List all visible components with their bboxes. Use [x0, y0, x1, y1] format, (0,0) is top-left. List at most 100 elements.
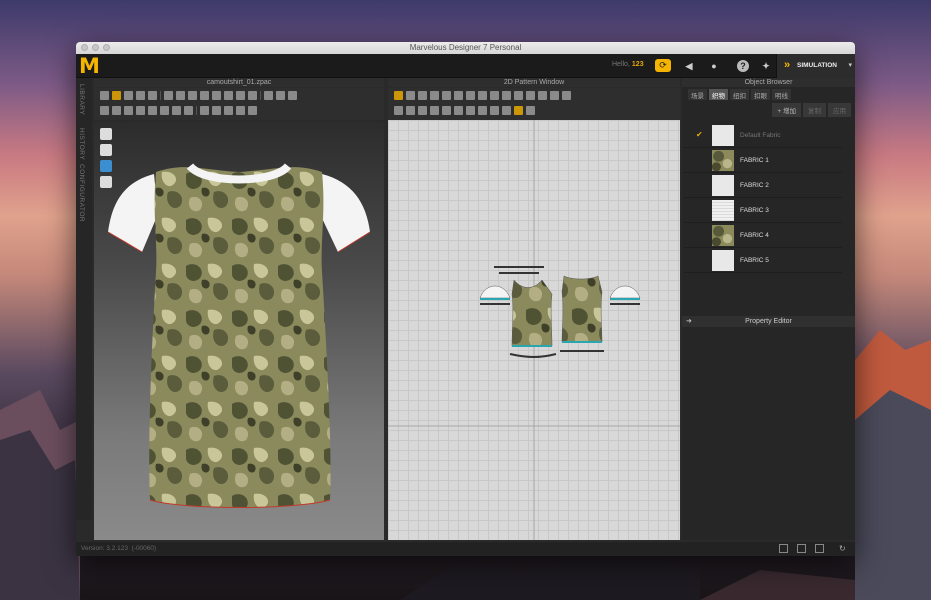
check-sewing-icon[interactable] — [526, 91, 535, 100]
tab-buttonhole[interactable]: 扣眼 — [751, 89, 770, 100]
box-select-icon[interactable] — [124, 91, 133, 100]
user-icon[interactable]: ● — [708, 60, 720, 72]
tool-icon[interactable] — [430, 106, 439, 115]
fabric-item[interactable]: FABRIC 3 — [684, 198, 842, 223]
fabric-item[interactable]: FABRIC 5 — [684, 248, 842, 273]
select-tool-icon[interactable] — [100, 91, 109, 100]
tool-icon[interactable] — [136, 106, 145, 115]
rectangle-icon[interactable] — [454, 91, 463, 100]
tab-configurator[interactable]: CONFIGURATOR — [78, 164, 85, 222]
button-tool-icon[interactable] — [264, 91, 273, 100]
close-window-button[interactable] — [81, 44, 88, 51]
garment-display-icon[interactable] — [100, 128, 112, 140]
steam-icon[interactable] — [200, 91, 209, 100]
tool-icon[interactable] — [490, 106, 499, 115]
internal-polygon-icon[interactable] — [478, 91, 487, 100]
fabric-item[interactable]: FABRIC 1 — [684, 148, 842, 173]
edit-texture-icon[interactable] — [538, 91, 547, 100]
tool-icon[interactable] — [184, 106, 193, 115]
move-tool-icon[interactable] — [112, 91, 121, 100]
user-name[interactable]: 123 — [632, 61, 644, 68]
announcement-icon[interactable]: ◀ — [683, 60, 695, 72]
tool-icon[interactable] — [406, 106, 415, 115]
polygon-icon[interactable] — [442, 91, 451, 100]
tab-fabric[interactable]: 织物 — [709, 89, 728, 100]
tool-icon[interactable] — [172, 106, 181, 115]
tool-icon[interactable] — [148, 106, 157, 115]
avatar-icon[interactable] — [236, 91, 245, 100]
curve-point-icon[interactable] — [430, 91, 439, 100]
tool-icon[interactable] — [212, 106, 221, 115]
transform-pattern-icon[interactable] — [394, 91, 403, 100]
fullscreen-icon[interactable] — [815, 544, 824, 553]
tool-icon[interactable] — [160, 106, 169, 115]
view2d-toolbar-row-2 — [394, 106, 535, 115]
free-sewing-icon[interactable] — [514, 91, 523, 100]
tape-icon[interactable] — [288, 91, 297, 100]
refresh-icon[interactable]: ↻ — [839, 544, 848, 553]
property-editor-header[interactable]: ➜ Property Editor — [682, 316, 855, 327]
user-greeting: Hello, 123 — [612, 61, 644, 68]
edit-curve-icon[interactable] — [224, 91, 233, 100]
tool-icon[interactable] — [224, 106, 233, 115]
graphic-icon[interactable] — [550, 91, 559, 100]
tack-icon[interactable] — [188, 91, 197, 100]
pin-box-icon[interactable] — [176, 91, 185, 100]
circle-icon[interactable] — [466, 91, 475, 100]
tool-icon[interactable] — [442, 106, 451, 115]
tool-icon[interactable] — [418, 106, 427, 115]
settings-icon[interactable]: ✦ — [760, 60, 772, 72]
avatar-display-icon[interactable] — [100, 144, 112, 156]
tab-button[interactable]: 纽扣 — [730, 89, 749, 100]
simulation-button[interactable]: » SIMULATION ▾ — [776, 54, 855, 78]
garment-icon[interactable] — [248, 91, 257, 100]
view2d-toolbar-row-1 — [394, 91, 571, 100]
app-logo[interactable]: M — [79, 56, 100, 77]
dart-icon[interactable] — [490, 91, 499, 100]
view2d-pattern-area[interactable] — [388, 120, 680, 540]
single-view-icon[interactable] — [779, 544, 788, 553]
tab-topstitch[interactable]: 明线 — [772, 89, 791, 100]
measure-icon[interactable] — [212, 91, 221, 100]
zipper-icon[interactable] — [276, 91, 285, 100]
tool-icon[interactable] — [502, 106, 511, 115]
tab-history[interactable]: HISTORY — [78, 128, 85, 160]
tool-icon[interactable] — [514, 106, 523, 115]
add-fabric-button[interactable]: + 增加 — [772, 103, 801, 117]
tool-icon[interactable] — [236, 106, 245, 115]
chevron-down-icon[interactable]: ▾ — [848, 61, 852, 69]
view3d-viewport[interactable] — [94, 122, 384, 540]
avatar-silhouette-icon[interactable] — [100, 176, 112, 188]
add-point-icon[interactable] — [418, 91, 427, 100]
tool-icon[interactable] — [124, 106, 133, 115]
tool-icon[interactable] — [248, 106, 257, 115]
fabric-item[interactable]: FABRIC 4 — [684, 223, 842, 248]
tool-icon[interactable] — [454, 106, 463, 115]
tab-scene[interactable]: 场景 — [688, 89, 707, 100]
help-icon[interactable]: ? — [737, 60, 749, 72]
tool-icon[interactable] — [478, 106, 487, 115]
layout-icon[interactable] — [562, 91, 571, 100]
fabric-item[interactable]: FABRIC 2 — [684, 173, 842, 198]
zoom-window-button[interactable] — [103, 44, 110, 51]
tool-icon[interactable] — [466, 106, 475, 115]
pin-icon[interactable] — [164, 91, 173, 100]
tool-icon[interactable] — [112, 106, 121, 115]
tool-icon[interactable] — [526, 106, 535, 115]
transform-icon[interactable] — [136, 91, 145, 100]
texture-display-icon[interactable] — [100, 160, 112, 172]
edit-point-icon[interactable] — [406, 91, 415, 100]
sync-icon[interactable]: ⟳ — [655, 59, 671, 72]
split-view-icon[interactable] — [797, 544, 806, 553]
side-tabs: LIBRARY HISTORY CONFIGURATOR — [76, 78, 92, 520]
tab-library[interactable]: LIBRARY — [78, 84, 85, 115]
tool-icon[interactable] — [394, 106, 403, 115]
fold-icon[interactable] — [148, 91, 157, 100]
tool-icon[interactable] — [100, 106, 109, 115]
minimize-window-button[interactable] — [92, 44, 99, 51]
fabric-item[interactable]: ✔ Default Fabric — [684, 123, 842, 148]
apply-fabric-button[interactable]: 应用 — [828, 103, 851, 117]
tool-icon[interactable] — [200, 106, 209, 115]
segment-sewing-icon[interactable] — [502, 91, 511, 100]
copy-fabric-button[interactable]: 复制 — [803, 103, 826, 117]
